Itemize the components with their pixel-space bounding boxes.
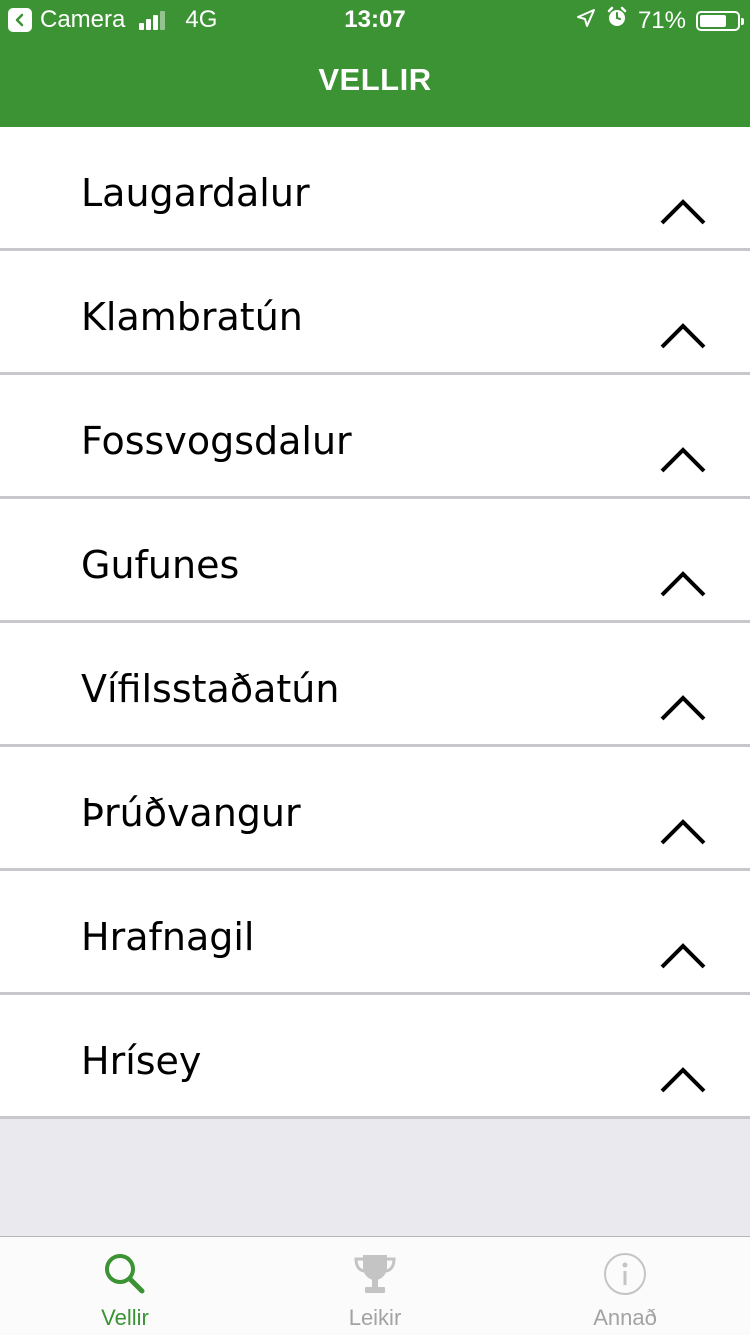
- venue-label: Laugardalur: [81, 171, 310, 215]
- venue-item-gufunes[interactable]: Gufunes: [0, 499, 750, 623]
- page-title: VELLIR: [318, 62, 432, 97]
- location-icon: [576, 7, 596, 35]
- venue-item-klambratun[interactable]: Klambratún: [0, 251, 750, 375]
- venue-label: Hrafnagil: [81, 915, 255, 959]
- venue-item-hrafnagil[interactable]: Hrafnagil: [0, 871, 750, 995]
- tab-label: Annað: [593, 1305, 657, 1330]
- venue-label: Þrúðvangur: [81, 791, 301, 835]
- chevron-up-icon[interactable]: [660, 321, 706, 354]
- venue-item-hrisey[interactable]: Hrísey: [0, 995, 750, 1119]
- venue-list: Laugardalur Klambratún Fossvogsdalur Gufune…: [0, 127, 750, 1119]
- chevron-up-icon[interactable]: [660, 817, 706, 850]
- chevron-up-icon[interactable]: [660, 693, 706, 726]
- venue-label: Klambratún: [81, 295, 303, 339]
- tab-annad[interactable]: Annað: [500, 1237, 750, 1335]
- venue-item-fossvogsdalur[interactable]: Fossvogsdalur: [0, 375, 750, 499]
- app-header: Camera 4G 13:07 71% VELLIR: [0, 0, 750, 127]
- venue-item-thrudvangur[interactable]: Þrúðvangur: [0, 747, 750, 871]
- venue-item-vifilsstadatun[interactable]: Vífilsstaðatún: [0, 623, 750, 747]
- venue-label: Fossvogsdalur: [81, 419, 352, 463]
- trophy-icon: [350, 1249, 400, 1299]
- venue-item-laugardalur[interactable]: Laugardalur: [0, 127, 750, 251]
- alarm-icon: [606, 6, 628, 35]
- venue-label: Hrísey: [81, 1039, 202, 1083]
- status-bar-right: 71%: [566, 6, 744, 35]
- battery-icon: [696, 10, 744, 31]
- battery-percentage: 71%: [637, 6, 686, 34]
- tab-bar: Vellir Leikir Annað: [0, 1236, 750, 1335]
- chevron-up-icon[interactable]: [660, 445, 706, 478]
- status-bar: Camera 4G 13:07 71%: [0, 0, 750, 40]
- tab-leikir[interactable]: Leikir: [250, 1237, 500, 1335]
- search-icon: [100, 1249, 150, 1299]
- tab-vellir[interactable]: Vellir: [0, 1237, 250, 1335]
- tab-label: Vellir: [101, 1305, 149, 1330]
- venue-label: Vífilsstaðatún: [81, 667, 340, 711]
- chevron-up-icon[interactable]: [660, 197, 706, 230]
- venue-label: Gufunes: [81, 543, 240, 587]
- chevron-up-icon[interactable]: [660, 941, 706, 974]
- info-icon: [600, 1249, 650, 1299]
- chevron-up-icon[interactable]: [660, 569, 706, 602]
- chevron-up-icon[interactable]: [660, 1065, 706, 1098]
- tab-label: Leikir: [348, 1305, 402, 1330]
